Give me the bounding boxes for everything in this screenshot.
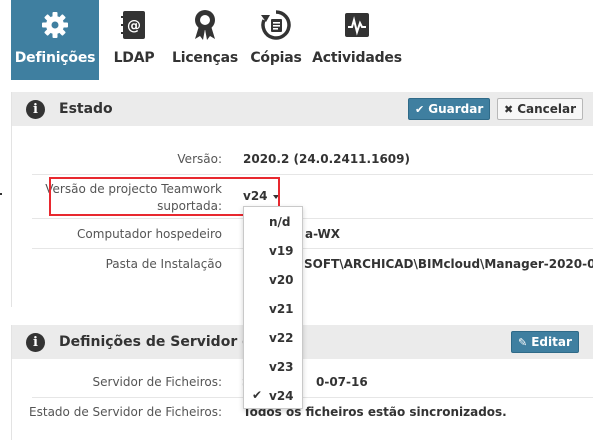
close-icon: ✖ [504,102,514,116]
tab-definicoes-label: Definições [14,50,96,66]
svg-text:@: @ [127,18,141,34]
check-icon: ✔ [415,102,425,116]
version-label: Versão: [177,152,222,166]
row-divider [32,248,593,249]
activity-chart-icon [341,9,373,41]
tab-copias[interactable]: Cópias [247,0,305,80]
tab-ldap[interactable]: @ LDAP [108,0,160,80]
dropdown-option[interactable]: v20 [244,266,302,295]
tab-licencas[interactable]: Licenças [170,0,240,80]
info-icon: i [26,99,45,119]
file-server-status-label: Estado de Servidor de Ficheiros: [29,405,222,419]
edge-marker [0,193,2,195]
info-icon: i [26,332,45,352]
dropdown-option[interactable]: v23 [244,353,302,382]
history-backup-icon [260,9,292,41]
cancel-button[interactable]: ✖ Cancelar [497,98,584,120]
tab-actividades[interactable]: Actividades [312,0,402,80]
estado-section-header: i Estado ✔ Guardar ✖ Cancelar [12,92,593,126]
install-folder-value: SOFT\ARCHICAD\BIMcloud\Manager-2020-07- [304,257,593,271]
tab-actividades-label: Actividades [312,50,402,66]
file-server-label: Servidor de Ficheiros: [92,375,222,389]
address-book-icon: @ [118,9,150,41]
award-ribbon-icon [189,9,221,41]
row-divider [32,397,593,398]
row-divider [32,218,593,219]
install-folder-label: Pasta de Instalação [105,257,222,271]
dropdown-option-selected[interactable]: ✔ v24 [244,382,302,411]
host-value: a-WX [305,227,341,241]
version-value: 2020.2 (24.0.2411.1609) [243,152,410,166]
row-divider [32,174,593,175]
estado-title: Estado [59,101,113,117]
save-button-label: Guardar [428,102,484,116]
tab-licencas-label: Licenças [172,50,238,66]
edit-button-label: Editar [531,335,572,349]
teamwork-version-dropdown: n/d v19 v20 v21 v22 v23 ✔ v24 [243,206,303,409]
dropdown-option[interactable]: v19 [244,237,302,266]
gear-icon [39,9,71,41]
file-server-value-end: 0-07-16 [316,375,368,389]
tab-ldap-label: LDAP [113,50,155,66]
tab-copias-label: Cópias [250,50,302,66]
dropdown-option[interactable]: n/d [244,208,302,237]
checkmark-icon: ✔ [252,388,263,402]
save-button[interactable]: ✔ Guardar [408,98,491,120]
edit-button[interactable]: ✎ Editar [511,331,579,353]
cancel-button-label: Cancelar [517,102,577,116]
pencil-icon: ✎ [518,335,528,349]
tab-definicoes[interactable]: Definições [11,0,99,80]
dropdown-option[interactable]: v22 [244,324,302,353]
top-navigation: Definições @ LDAP Licenças Cópias Activi… [0,0,593,80]
host-label: Computador hospedeiro [77,227,222,241]
dropdown-option[interactable]: v21 [244,295,302,324]
